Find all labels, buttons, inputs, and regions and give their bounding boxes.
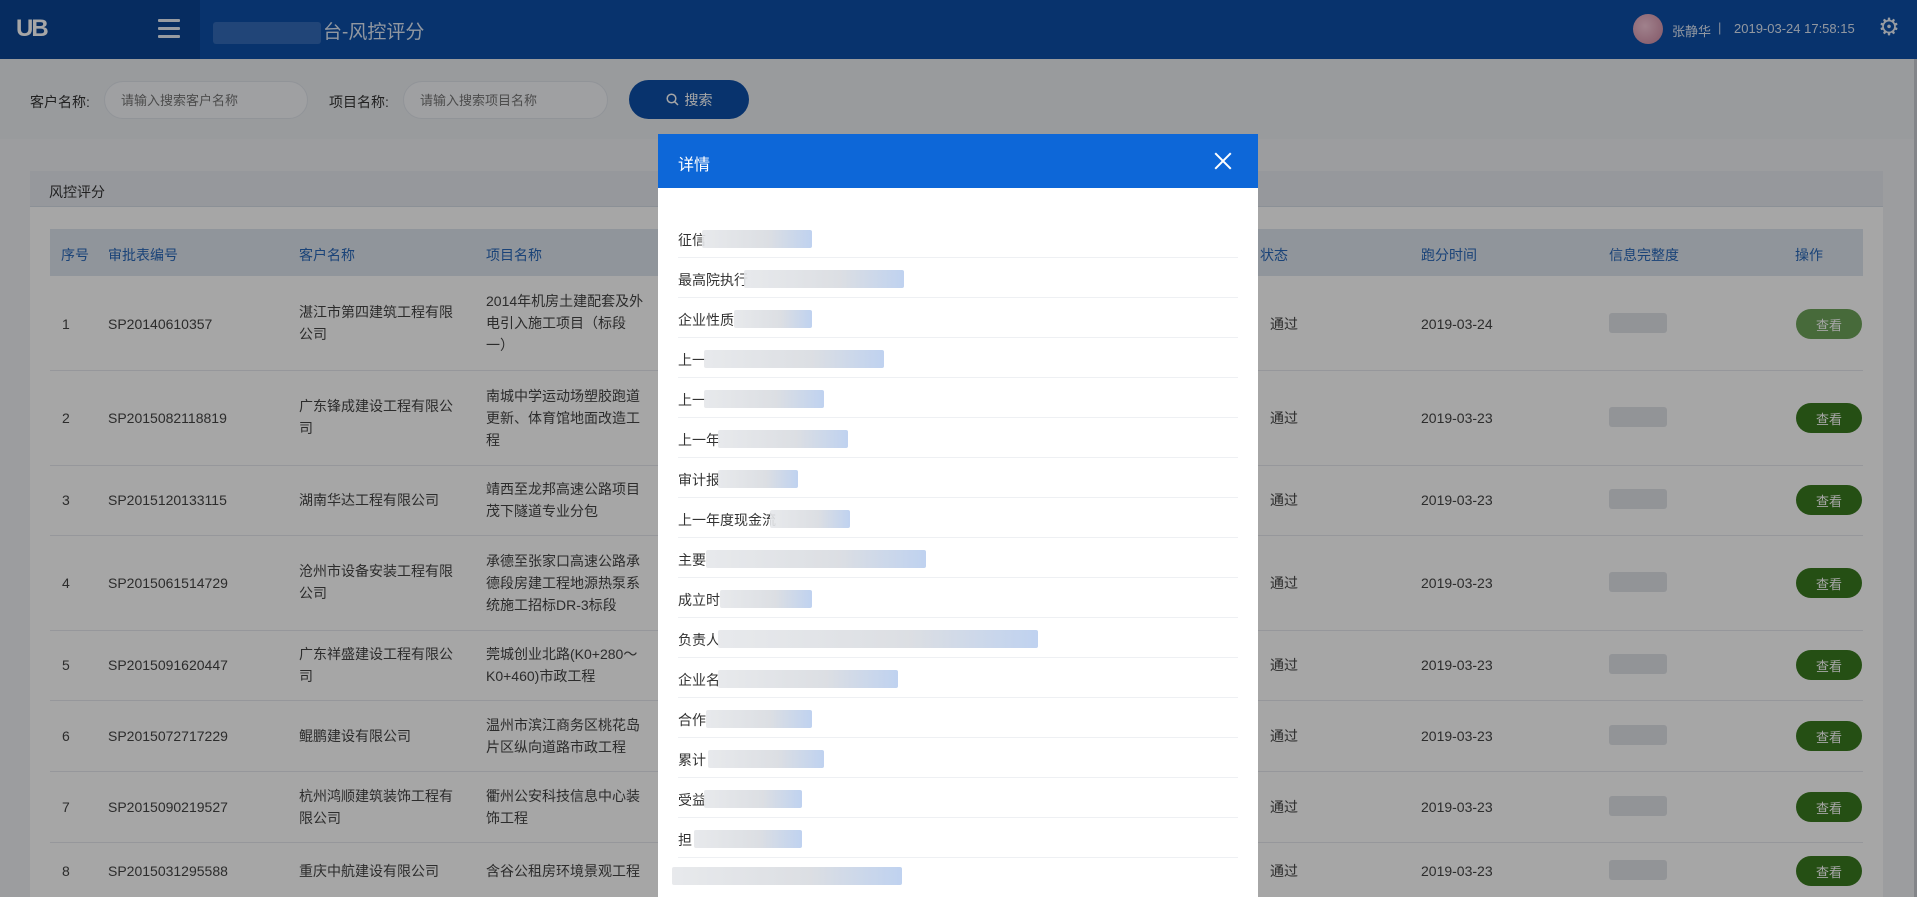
detail-value-redacted: [718, 630, 1038, 648]
detail-row: 上一: [678, 338, 1238, 378]
modal-header: 详情: [658, 134, 1258, 188]
detail-label: 上一年: [678, 432, 720, 448]
detail-value-redacted: [706, 550, 926, 568]
detail-row: 合作: [678, 698, 1238, 738]
detail-value-redacted: [718, 430, 848, 448]
detail-row: 累计: [678, 738, 1238, 778]
detail-row: 受益: [678, 778, 1238, 818]
detail-row: 企业性质: [678, 298, 1238, 338]
detail-row: 负责人: [678, 618, 1238, 658]
detail-value-redacted: [718, 670, 898, 688]
detail-value-redacted: [706, 710, 812, 728]
detail-value-redacted: [704, 350, 884, 368]
detail-value-redacted: [694, 830, 802, 848]
modal-title: 详情: [678, 157, 711, 174]
detail-value-redacted: [720, 590, 812, 608]
detail-label: 主要: [678, 552, 706, 568]
detail-label: 合作: [678, 712, 706, 728]
detail-value-redacted: [718, 470, 798, 488]
detail-row: 企业名: [678, 658, 1238, 698]
detail-row: [672, 855, 1238, 895]
detail-label: 企业性质: [678, 312, 734, 328]
detail-value-redacted: [708, 750, 824, 768]
detail-row: 征信: [678, 218, 1238, 258]
detail-row: 上一年度现金流: [678, 498, 1238, 538]
detail-value-redacted: [734, 310, 812, 328]
detail-value-redacted: [702, 230, 812, 248]
detail-value-redacted: [770, 510, 850, 528]
detail-row: 担: [678, 818, 1238, 858]
detail-row: 上一: [678, 378, 1238, 418]
detail-value-redacted: [672, 867, 902, 885]
detail-value-redacted: [744, 270, 904, 288]
detail-value-redacted: [704, 790, 802, 808]
detail-label: 累计: [678, 752, 706, 768]
detail-label: 最高院执行: [678, 272, 748, 288]
detail-label: 上一年度现金流: [678, 512, 776, 528]
detail-label: 上一: [678, 392, 706, 408]
detail-label: 上一: [678, 352, 706, 368]
detail-label: 负责人: [678, 632, 720, 648]
detail-row: 上一年: [678, 418, 1238, 458]
detail-label: 成立时: [678, 592, 720, 608]
detail-value-redacted: [704, 390, 824, 408]
detail-row: 成立时: [678, 578, 1238, 618]
detail-row: 主要: [678, 538, 1238, 578]
detail-label: 担: [678, 832, 692, 848]
detail-modal: 详情 征信 最高院执行 企业性质 上一 上一 上一年 审计报 上一年度现金流 主…: [658, 134, 1258, 897]
detail-label: 受益: [678, 792, 706, 808]
detail-row: 审计报: [678, 458, 1238, 498]
detail-label: 审计报: [678, 472, 720, 488]
detail-row: 最高院执行: [678, 258, 1238, 298]
close-icon[interactable]: [1211, 149, 1235, 173]
detail-label: 企业名: [678, 672, 720, 688]
